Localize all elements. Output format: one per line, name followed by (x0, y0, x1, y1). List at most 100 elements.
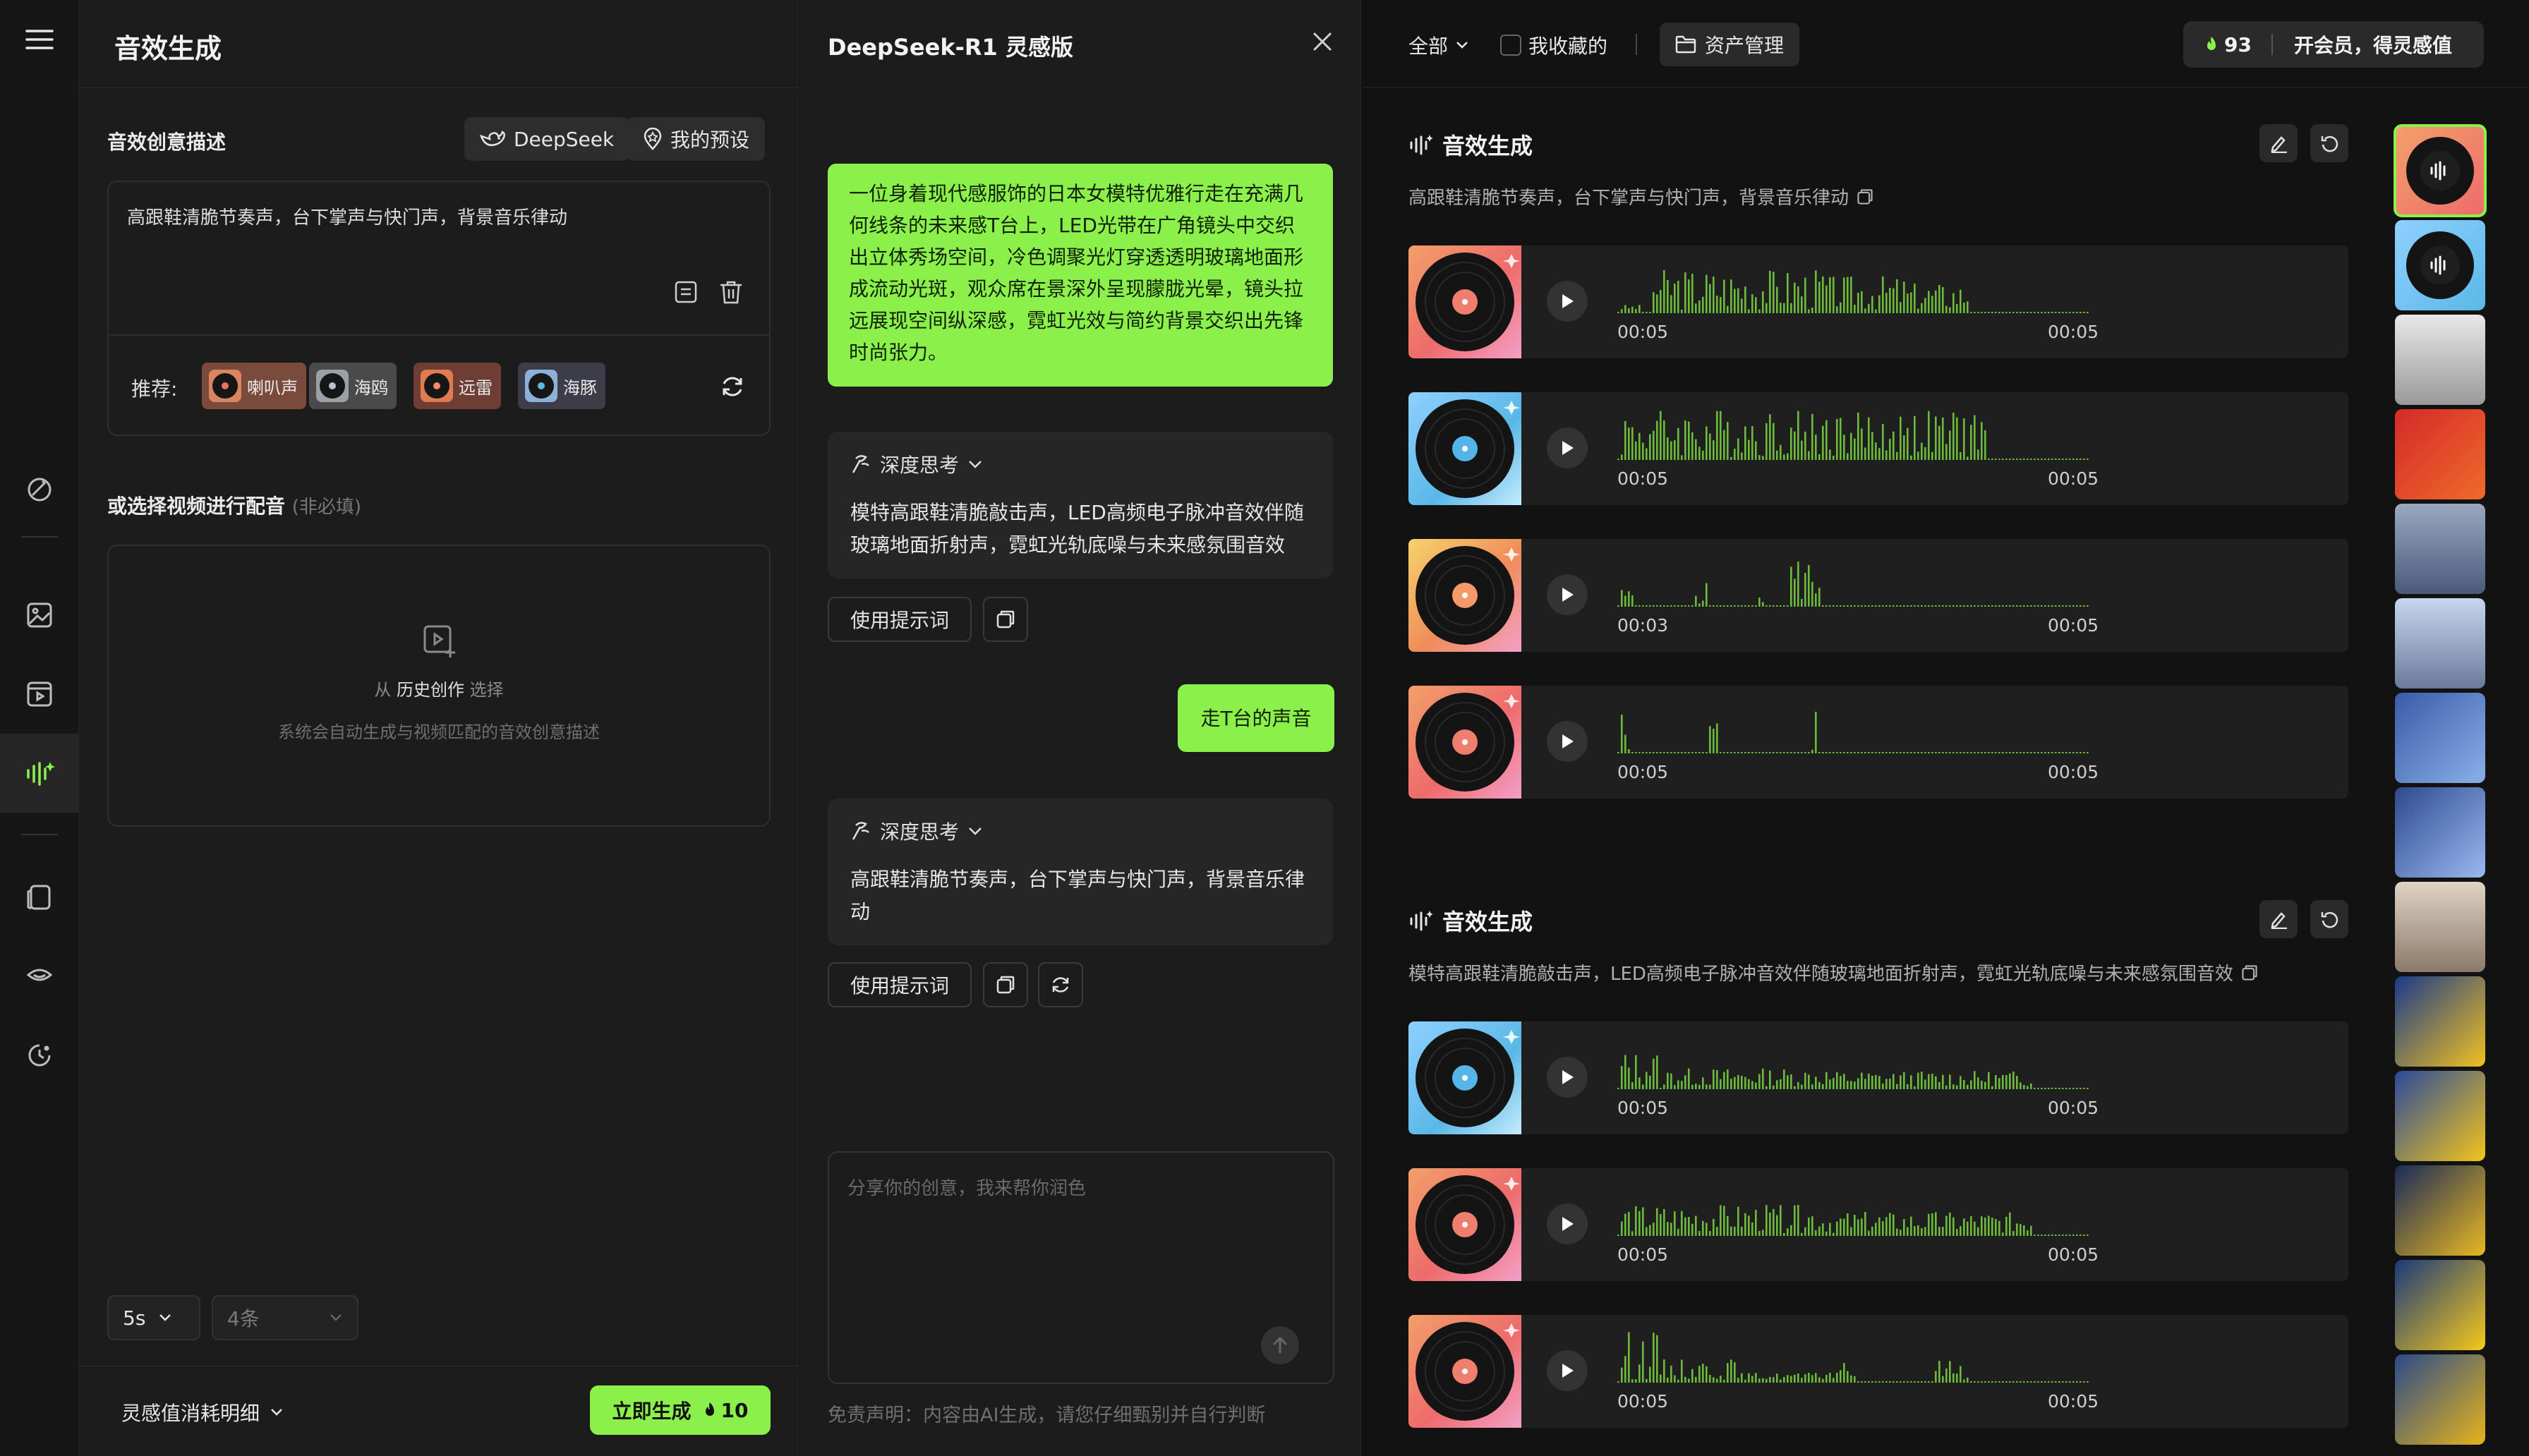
history-thumbnail[interactable] (2395, 598, 2485, 688)
wave-bar (1751, 1376, 1754, 1383)
chevron-down-icon (969, 461, 982, 468)
recommend-chip[interactable]: 海豚 (518, 363, 605, 409)
history-thumbnail[interactable] (2395, 976, 2485, 1067)
wave-bar (1621, 1221, 1623, 1236)
points-membership-bar[interactable]: 93 开会员，得灵感值 (2183, 21, 2484, 68)
count-select[interactable]: 4条 (212, 1295, 358, 1340)
history-thumbnail[interactable] (2395, 1354, 2485, 1445)
wave-bar (1741, 1227, 1743, 1236)
duration-select[interactable]: 5s (107, 1295, 200, 1340)
wave-bar (1917, 308, 1919, 313)
membership-link[interactable]: 开会员，得灵感值 (2273, 30, 2452, 59)
wave-bar (2087, 752, 2089, 753)
wave-bar (2055, 1234, 2057, 1236)
play-button[interactable] (1547, 1203, 1588, 1244)
wave-bar (1674, 752, 1676, 753)
waveform[interactable] (1617, 1328, 2090, 1384)
regenerate-button[interactable] (2310, 900, 2348, 938)
recommend-chip[interactable]: 海鸥 (309, 363, 397, 409)
waveform[interactable] (1617, 698, 2090, 755)
filter-dropdown[interactable]: 全部 (1408, 31, 1469, 59)
refresh-recommend-icon[interactable] (720, 374, 745, 399)
edit-button[interactable] (2259, 124, 2298, 162)
audio-track[interactable]: 00:05 00:05 (1408, 1315, 2348, 1428)
history-thumbnail[interactable] (2395, 409, 2485, 499)
prompt-textarea[interactable]: 高跟鞋清脆节奏声，台下掌声与快门声，背景音乐律动 推荐: 喇叭声 海鸥 远雷 海… (107, 181, 771, 436)
wave-bar (2048, 459, 2050, 460)
audio-track[interactable]: 00:05 00:05 (1408, 1021, 2348, 1134)
wave-bar (1624, 595, 1626, 607)
history-thumbnail[interactable] (2395, 220, 2485, 310)
history-thumbnail[interactable] (2395, 787, 2485, 878)
waveform[interactable] (1617, 258, 2090, 315)
history-creation-link[interactable]: 历史创作 (397, 680, 464, 700)
wave-bar (1889, 752, 1891, 753)
delete-icon[interactable] (718, 279, 744, 305)
use-prompt-button[interactable]: 使用提示词 (828, 597, 972, 642)
copy-button[interactable] (983, 597, 1028, 642)
audio-track[interactable]: 00:05 00:05 (1408, 1168, 2348, 1281)
history-thumbnail[interactable] (2395, 315, 2485, 405)
library-icon[interactable] (21, 879, 58, 916)
image-icon[interactable] (21, 597, 58, 633)
copy-icon[interactable] (1856, 188, 1874, 206)
history-icon[interactable] (21, 1037, 58, 1074)
video-icon[interactable] (21, 676, 58, 712)
eye-icon[interactable] (21, 957, 58, 993)
my-preset-button[interactable]: 我的预设 (627, 117, 766, 161)
audio-track[interactable]: 00:05 00:05 (1408, 245, 2348, 358)
inspiration-icon[interactable] (21, 471, 58, 508)
play-button[interactable] (1547, 574, 1588, 615)
history-thumbnail[interactable] (2395, 1260, 2485, 1350)
audio-track[interactable]: 00:05 00:05 (1408, 686, 2348, 799)
history-thumbnail[interactable] (2395, 1165, 2485, 1256)
deepseek-button[interactable]: DeepSeek (464, 117, 630, 161)
copy-icon[interactable] (2240, 964, 2259, 982)
edit-button[interactable] (2259, 900, 2298, 938)
waveform[interactable] (1617, 405, 2090, 461)
recommend-chip[interactable]: 远雷 (414, 363, 501, 409)
deep-think-toggle[interactable]: 深度思考 (849, 450, 983, 478)
chat-input[interactable]: 分享你的创意，我来帮你润色 (828, 1151, 1334, 1384)
sound-effect-icon[interactable] (21, 755, 58, 791)
history-thumbnail[interactable] (2395, 1071, 2485, 1161)
history-thumbnail[interactable] (2394, 124, 2487, 217)
copy-button[interactable] (983, 962, 1028, 1007)
waveform[interactable] (1617, 1034, 2090, 1091)
history-thumbnail[interactable] (2395, 504, 2485, 594)
menu-icon[interactable] (21, 21, 58, 58)
asset-manage-button[interactable]: 资产管理 (1660, 23, 1800, 66)
recommend-chip[interactable]: 喇叭声 (202, 363, 306, 409)
wave-bar (1931, 1213, 1933, 1236)
video-upload-area[interactable]: 从 历史创作 选择 系统会自动生成与视频匹配的音效创意描述 (107, 545, 771, 827)
wave-bar (1748, 439, 1750, 460)
cost-detail-dropdown[interactable]: 灵感值消耗明细 (121, 1398, 284, 1426)
play-button[interactable] (1547, 427, 1588, 468)
regenerate-button[interactable] (2310, 124, 2348, 162)
play-button[interactable] (1547, 1350, 1588, 1391)
save-preset-icon[interactable] (673, 279, 699, 305)
prompt-text[interactable]: 高跟鞋清脆节奏声，台下掌声与快门声，背景音乐律动 (127, 203, 567, 229)
filter-label: 全部 (1408, 35, 1449, 58)
close-icon[interactable] (1312, 31, 1333, 52)
wave-bar (2012, 1072, 2015, 1089)
waveform[interactable] (1617, 552, 2090, 608)
waveform[interactable] (1617, 1181, 2090, 1237)
deep-think-toggle[interactable]: 深度思考 (849, 817, 983, 845)
favorites-checkbox[interactable]: 我收藏的 (1500, 31, 1607, 59)
audio-track[interactable]: 00:05 00:05 (1408, 392, 2348, 505)
play-button[interactable] (1547, 721, 1588, 762)
checkbox-box[interactable] (1500, 35, 1521, 56)
generate-cost-value: 10 (720, 1398, 749, 1422)
regenerate-button[interactable] (1038, 962, 1083, 1007)
use-prompt-button[interactable]: 使用提示词 (828, 962, 972, 1007)
play-button[interactable] (1547, 1057, 1588, 1098)
play-button[interactable] (1547, 281, 1588, 322)
send-button[interactable] (1261, 1326, 1299, 1364)
generate-button[interactable]: 立即生成 10 (590, 1385, 771, 1435)
wave-bar (2012, 1381, 2015, 1383)
history-thumbnail[interactable] (2395, 882, 2485, 972)
history-thumbnail[interactable] (2395, 693, 2485, 783)
wave-bar (1660, 1214, 1662, 1236)
audio-track[interactable]: 00:03 00:05 (1408, 539, 2348, 652)
